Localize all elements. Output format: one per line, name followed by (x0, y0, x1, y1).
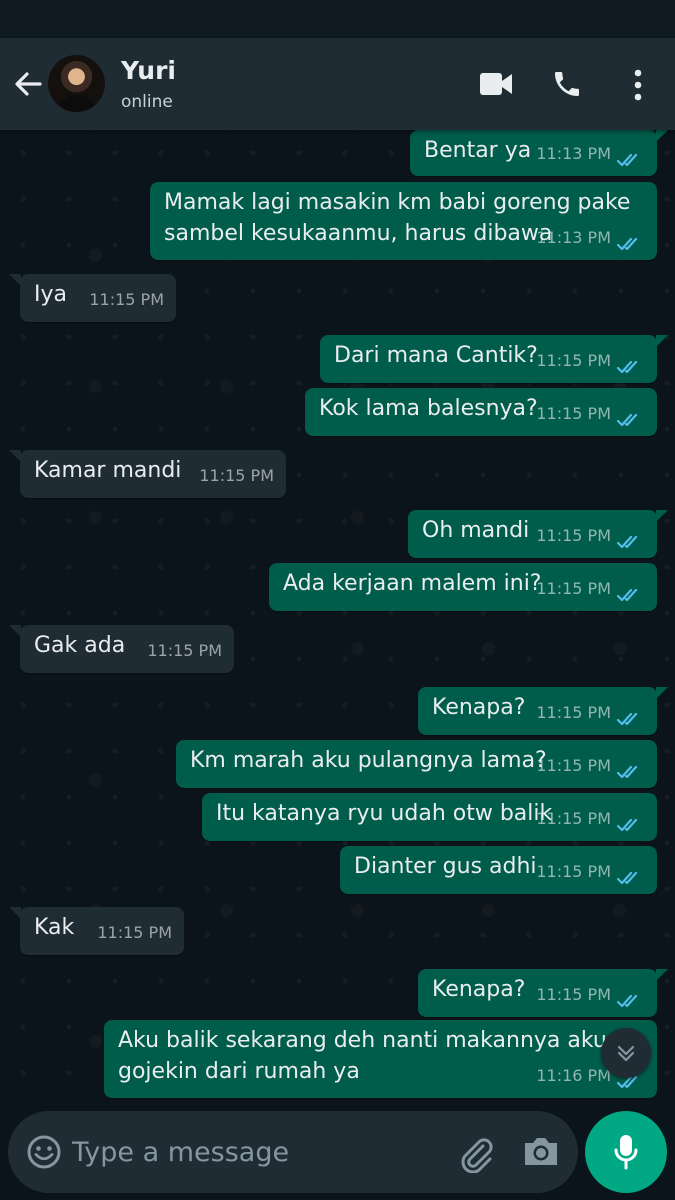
incoming-message[interactable]: Iya 11:15 PM (9, 274, 176, 322)
outgoing-message[interactable]: Kenapa? 11:15 PM (418, 687, 668, 735)
status-bar (0, 0, 675, 38)
message-input[interactable] (70, 1131, 434, 1173)
attach-icon[interactable] (456, 1133, 496, 1173)
message-text: Kak (34, 915, 75, 940)
message-time: 11:15 PM (536, 404, 611, 423)
message-time: 11:13 PM (536, 144, 611, 163)
message-composer (8, 1111, 578, 1193)
read-receipt-icon (617, 712, 638, 726)
more-options-icon[interactable] (631, 68, 645, 102)
back-arrow-icon[interactable] (12, 68, 44, 100)
contact-status: online (121, 92, 173, 112)
message-text: Dianter gus adhi (354, 854, 537, 879)
incoming-message[interactable]: Gak ada 11:15 PM (9, 625, 234, 673)
read-receipt-icon (617, 237, 638, 251)
read-receipt-icon (617, 994, 638, 1008)
outgoing-message[interactable]: Ada kerjaan malem ini? 11:15 PM (269, 563, 657, 611)
message-text: Ada kerjaan malem ini? (283, 571, 542, 596)
chat-header: Yuri online (0, 38, 675, 130)
outgoing-message[interactable]: Mamak lagi masakin km babi goreng pake s… (150, 182, 657, 260)
message-time: 11:15 PM (147, 641, 222, 660)
outgoing-message[interactable]: Itu katanya ryu udah otw balik 11:15 PM (202, 793, 657, 841)
outgoing-message[interactable]: Kenapa? 11:15 PM (418, 969, 668, 1017)
read-receipt-icon (617, 588, 638, 602)
avatar[interactable] (48, 55, 105, 112)
read-receipt-icon (617, 871, 638, 885)
message-text: Dari mana Cantik? (334, 343, 538, 368)
message-time: 11:15 PM (89, 290, 164, 309)
message-time: 11:15 PM (536, 862, 611, 881)
message-text: Kenapa? (432, 695, 526, 720)
outgoing-message[interactable]: Kok lama balesnya? 11:15 PM (305, 388, 657, 436)
message-time: 11:15 PM (536, 756, 611, 775)
message-time: 11:15 PM (97, 923, 172, 942)
read-receipt-icon (617, 413, 638, 427)
message-text: Bentar ya (424, 138, 532, 163)
read-receipt-icon (617, 153, 638, 167)
camera-icon[interactable] (522, 1134, 560, 1168)
outgoing-message[interactable]: Dianter gus adhi 11:15 PM (340, 846, 657, 894)
double-chevron-down-icon (617, 1045, 635, 1062)
contact-name[interactable]: Yuri (121, 56, 176, 85)
outgoing-message[interactable]: Aku balik sekarang deh nanti makannya ak… (104, 1020, 657, 1098)
message-text: Gak ada (34, 633, 126, 658)
message-text: Kok lama balesnya? (319, 396, 538, 421)
voice-message-button[interactable] (585, 1111, 667, 1193)
message-text: Oh mandi (422, 518, 530, 543)
message-time: 11:15 PM (536, 703, 611, 722)
outgoing-message[interactable]: Dari mana Cantik? 11:15 PM (320, 335, 668, 383)
message-time: 11:13 PM (536, 228, 611, 247)
message-text: Kenapa? (432, 977, 526, 1002)
outgoing-message[interactable]: Oh mandi 11:15 PM (408, 510, 668, 558)
voice-call-icon[interactable] (551, 68, 583, 100)
scroll-to-bottom-button[interactable] (601, 1028, 651, 1078)
outgoing-message[interactable]: Bentar ya 11:13 PM (410, 130, 668, 176)
incoming-message[interactable]: Kak 11:15 PM (9, 907, 184, 955)
message-time: 11:15 PM (199, 466, 274, 485)
message-list[interactable]: Bentar ya 11:13 PM Mamak lagi masakin km b… (0, 130, 675, 1110)
message-text: Km marah aku pulangnya lama? (190, 748, 547, 773)
message-text: Kamar mandi (34, 458, 182, 483)
outgoing-message[interactable]: Km marah aku pulangnya lama? 11:15 PM (176, 740, 657, 788)
video-call-icon[interactable] (479, 71, 513, 97)
message-time: 11:15 PM (536, 351, 611, 370)
emoji-icon[interactable] (26, 1134, 62, 1170)
message-time: 11:16 PM (536, 1066, 611, 1085)
message-text: Aku balik sekarang deh nanti makannya ak… (118, 1028, 607, 1084)
message-text: Itu katanya ryu udah otw balik (216, 801, 553, 826)
message-time: 11:15 PM (536, 579, 611, 598)
incoming-message[interactable]: Kamar mandi 11:15 PM (9, 450, 286, 498)
read-receipt-icon (617, 535, 638, 549)
message-time: 11:15 PM (536, 809, 611, 828)
read-receipt-icon (617, 765, 638, 779)
read-receipt-icon (617, 818, 638, 832)
message-text: Iya (34, 282, 67, 307)
mic-icon (614, 1135, 638, 1170)
message-time: 11:15 PM (536, 526, 611, 545)
read-receipt-icon (617, 360, 638, 374)
message-time: 11:15 PM (536, 985, 611, 1004)
